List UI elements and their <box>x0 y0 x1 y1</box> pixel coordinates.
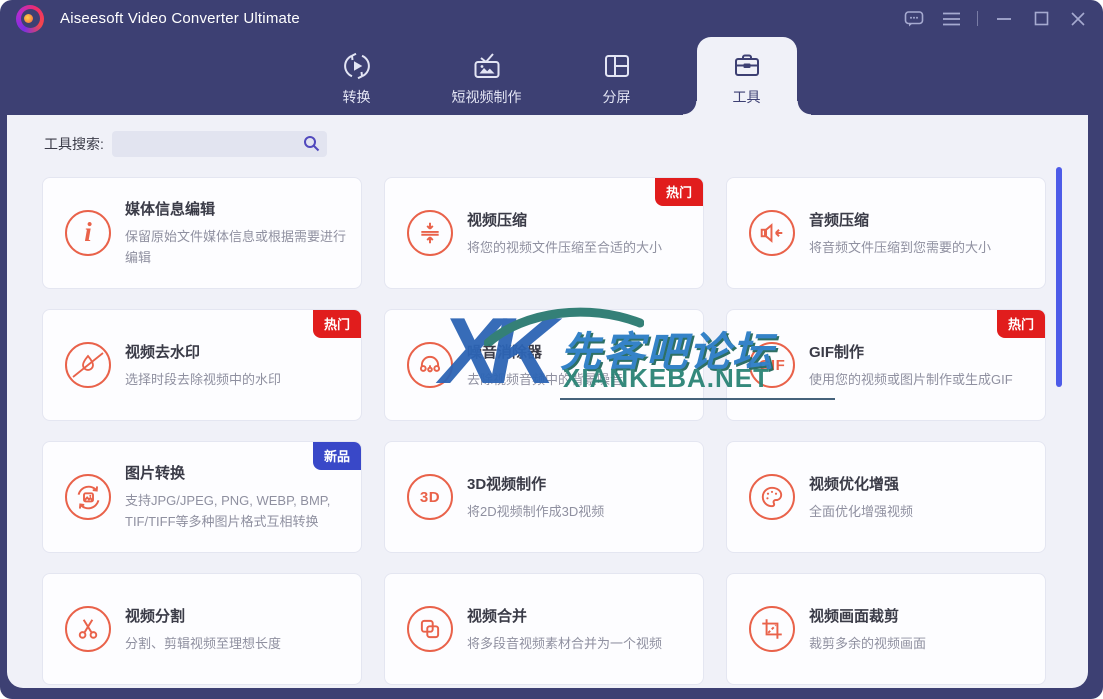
tool-description: 将多段音视频素材合并为一个视频 <box>467 633 689 654</box>
video-compress-icon <box>407 210 453 256</box>
maximize-icon[interactable] <box>1030 8 1052 30</box>
tool-title: 视频画面裁剪 <box>809 605 1037 626</box>
tools-grid: i 媒体信息编辑 保留原始文件媒体信息或根据需要进行编辑 热门 视频 <box>42 177 1046 685</box>
tab-tools[interactable]: 工具 <box>697 37 797 115</box>
noise-remover-icon <box>407 342 453 388</box>
tool-title: GIF制作 <box>809 341 1037 362</box>
tab-split-screen[interactable]: 分屏 <box>567 37 667 115</box>
titlebar-separator <box>977 11 978 26</box>
hot-badge: 热门 <box>997 310 1045 338</box>
tool-title: 噪音消除器 <box>467 341 695 362</box>
search-label: 工具搜索: <box>44 134 104 154</box>
scrollbar-thumb[interactable] <box>1056 167 1062 387</box>
tool-card-noise-remover[interactable]: 噪音消除器 去除视频音频中的背景噪音 <box>384 309 704 421</box>
tool-card-media-info-editor[interactable]: i 媒体信息编辑 保留原始文件媒体信息或根据需要进行编辑 <box>42 177 362 289</box>
new-badge: 新品 <box>313 442 361 470</box>
tool-description: 裁剪多余的视频画面 <box>809 633 1031 654</box>
tool-description: 选择时段去除视频中的水印 <box>125 369 347 390</box>
audio-compress-icon <box>749 210 795 256</box>
app-window: Aiseesoft Video Converter Ultimate <box>0 0 1103 699</box>
tool-description: 全面优化增强视频 <box>809 501 1031 522</box>
tool-description: 支持JPG/JPEG, PNG, WEBP, BMP, TIF/TIFF等多种图… <box>125 490 347 532</box>
video-enhancer-icon <box>749 474 795 520</box>
window-controls <box>903 8 1089 30</box>
3d-maker-icon: 3D <box>407 474 453 520</box>
minimize-icon[interactable] <box>993 8 1015 30</box>
tool-card-3d-maker[interactable]: 3D 3D视频制作 将2D视频制作成3D视频 <box>384 441 704 553</box>
close-icon[interactable] <box>1067 8 1089 30</box>
tool-title: 视频合并 <box>467 605 695 626</box>
feedback-icon[interactable] <box>903 8 925 30</box>
image-converter-icon <box>65 474 111 520</box>
watermark-remover-icon <box>65 342 111 388</box>
tool-card-watermark-remover[interactable]: 热门 视频去水印 选择时段去除视频中的水印 <box>42 309 362 421</box>
tab-convert[interactable]: 转换 <box>307 37 407 115</box>
tool-title: 音频压缩 <box>809 209 1037 230</box>
tool-description: 将音频文件压缩到您需要的大小 <box>809 237 1031 258</box>
tool-card-video-enhancer[interactable]: 视频优化增强 全面优化增强视频 <box>726 441 1046 553</box>
split-screen-icon <box>602 50 632 82</box>
tab-label: 短视频制作 <box>452 87 522 107</box>
menu-icon[interactable] <box>940 8 962 30</box>
tool-card-video-merger[interactable]: 视频合并 将多段音视频素材合并为一个视频 <box>384 573 704 685</box>
tool-card-audio-compressor[interactable]: 音频压缩 将音频文件压缩到您需要的大小 <box>726 177 1046 289</box>
tool-card-video-compressor[interactable]: 热门 视频压缩 将您的视频文件压缩至合适的大小 <box>384 177 704 289</box>
app-logo-icon <box>16 5 44 33</box>
tab-label: 工具 <box>733 87 761 107</box>
main-nav: 转换 短视频制作 分屏 <box>0 37 1103 115</box>
tab-label: 分屏 <box>603 87 631 107</box>
tool-description: 使用您的视频或图片制作或生成GIF <box>809 369 1031 390</box>
tool-card-image-converter[interactable]: 新品 图片转换 支持JPG/JPEG, PNG, WEBP, BMP, TIF/… <box>42 441 362 553</box>
info-icon: i <box>65 210 111 256</box>
short-video-icon <box>472 50 502 82</box>
app-title: Aiseesoft Video Converter Ultimate <box>60 10 300 27</box>
tool-description: 保留原始文件媒体信息或根据需要进行编辑 <box>125 226 347 268</box>
tool-title: 视频去水印 <box>125 341 353 362</box>
search-icon[interactable] <box>303 135 320 152</box>
toolbox-icon <box>732 50 762 82</box>
gif-maker-icon: GIF <box>749 342 795 388</box>
tool-title: 3D视频制作 <box>467 473 695 494</box>
tool-title: 视频分割 <box>125 605 353 626</box>
video-splitter-icon <box>65 606 111 652</box>
tool-card-video-cropper[interactable]: 视频画面裁剪 裁剪多余的视频画面 <box>726 573 1046 685</box>
hot-badge: 热门 <box>313 310 361 338</box>
tool-description: 去除视频音频中的背景噪音 <box>467 369 689 390</box>
tool-description: 将您的视频文件压缩至合适的大小 <box>467 237 689 258</box>
hot-badge: 热门 <box>655 178 703 206</box>
tool-title: 视频优化增强 <box>809 473 1037 494</box>
video-cropper-icon <box>749 606 795 652</box>
tool-title: 媒体信息编辑 <box>125 198 353 219</box>
tool-card-gif-maker[interactable]: 热门 GIF GIF制作 使用您的视频或图片制作或生成GIF <box>726 309 1046 421</box>
tool-description: 将2D视频制作成3D视频 <box>467 501 689 522</box>
tab-label: 转换 <box>343 87 371 107</box>
video-merger-icon <box>407 606 453 652</box>
tool-description: 分割、剪辑视频至理想长度 <box>125 633 347 654</box>
titlebar: Aiseesoft Video Converter Ultimate <box>0 0 1103 37</box>
tool-card-video-splitter[interactable]: 视频分割 分割、剪辑视频至理想长度 <box>42 573 362 685</box>
tools-panel: 工具搜索: i 媒体信息编辑 保留原始文件媒体信息或根据需要进行编辑 <box>7 115 1088 688</box>
convert-icon <box>342 50 372 82</box>
tab-short-video[interactable]: 短视频制作 <box>437 37 537 115</box>
tool-title: 视频压缩 <box>467 209 695 230</box>
search-input[interactable] <box>112 131 327 157</box>
tool-search-row: 工具搜索: <box>44 131 327 157</box>
